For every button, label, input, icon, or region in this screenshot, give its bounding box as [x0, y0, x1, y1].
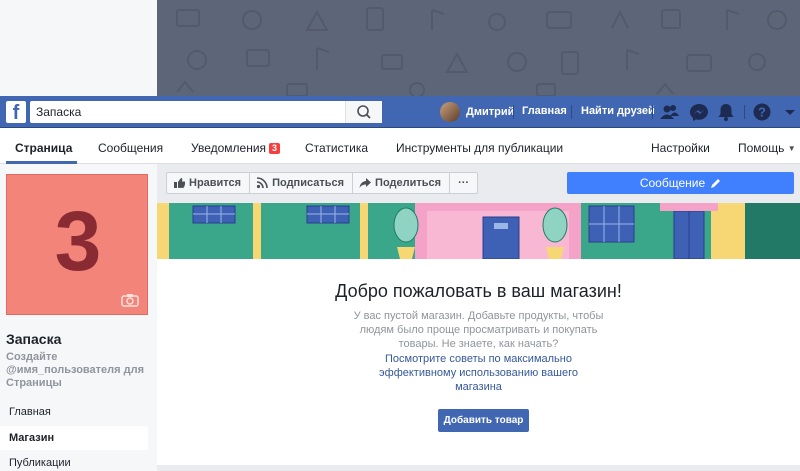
send-message-label: Сообщение — [639, 176, 706, 190]
divider — [571, 105, 572, 119]
follow-label: Подписаться — [272, 177, 345, 189]
shop-tips-link[interactable]: Посмотрите советы по максимально эффекти… — [363, 352, 594, 394]
share-arrow-icon — [359, 178, 372, 188]
top-navigation-bar: f Дмитрий Главная Найти друзей ? — [0, 96, 800, 128]
search-input[interactable] — [30, 101, 382, 123]
camera-icon[interactable] — [121, 293, 139, 307]
tab-notifications-label: Уведомления — [191, 141, 267, 155]
tab-help[interactable]: Помощь ▼ — [738, 141, 796, 155]
more-options-button[interactable]: ··· — [449, 172, 479, 194]
left-sidebar: 3 Запаска Создайте @имя_пользователя для… — [0, 164, 157, 471]
tab-statistics[interactable]: Статистика — [305, 141, 368, 155]
cover-photo[interactable] — [157, 0, 800, 96]
sidebar-item-shop[interactable]: Магазин — [0, 426, 148, 450]
find-friends-link[interactable]: Найти друзей — [581, 105, 655, 117]
like-button[interactable]: Нравится — [166, 172, 251, 194]
send-message-button[interactable]: Сообщение — [567, 172, 794, 194]
shop-section: Добро пожаловать в ваш магазин! У вас пу… — [157, 203, 800, 465]
account-menu-chevron-icon[interactable] — [780, 102, 800, 122]
avatar — [440, 102, 460, 122]
add-product-button[interactable]: Добавить товар — [438, 409, 529, 432]
more-dots-icon: ··· — [458, 177, 470, 189]
tab-settings[interactable]: Настройки — [651, 141, 710, 155]
search-icon — [357, 105, 371, 119]
friend-requests-icon[interactable] — [659, 102, 679, 122]
shop-empty-description: У вас пустой магазин. Добавьте продукты,… — [353, 310, 604, 350]
chevron-down-icon: ▼ — [787, 144, 796, 153]
shop-welcome-title: Добро пожаловать в ваш магазин! — [335, 281, 622, 301]
cover-pattern — [176, 7, 787, 96]
sidebar-item-posts[interactable]: Публикации — [0, 451, 148, 471]
tab-page[interactable]: Страница — [15, 141, 72, 155]
follow-button[interactable]: Подписаться — [249, 172, 354, 194]
user-name: Дмитрий — [466, 106, 515, 118]
profile-picture[interactable]: 3 — [6, 174, 148, 315]
sidebar-item-home[interactable]: Главная — [0, 400, 148, 424]
tab-publishing-tools[interactable]: Инструменты для публикации — [396, 141, 563, 155]
share-button[interactable]: Поделиться — [352, 172, 451, 194]
tab-messages[interactable]: Сообщения — [98, 141, 163, 155]
profile-link[interactable]: Дмитрий — [440, 102, 514, 122]
shop-banner-illustration — [157, 203, 800, 260]
tab-notifications[interactable]: Уведомления 3 — [191, 141, 281, 155]
notifications-bell-icon[interactable] — [716, 102, 736, 122]
divider — [744, 105, 745, 119]
home-link[interactable]: Главная — [522, 105, 567, 117]
tab-help-label: Помощь — [738, 141, 785, 155]
divider — [513, 105, 514, 119]
rss-icon — [256, 177, 268, 189]
cover-left-blank — [0, 0, 157, 96]
page-name[interactable]: Запаска — [6, 331, 61, 347]
thumbs-up-icon — [174, 178, 185, 188]
share-label: Поделиться — [375, 177, 442, 189]
search-button[interactable] — [345, 101, 382, 123]
divider — [652, 105, 653, 119]
pencil-icon — [711, 178, 721, 188]
messenger-icon[interactable] — [689, 102, 709, 122]
help-icon[interactable]: ? — [752, 102, 772, 122]
profile-picture-letter: 3 — [54, 194, 102, 288]
create-username-link[interactable]: Создайте @имя_пользователя для Страницы — [6, 351, 156, 390]
page-tabs-bar: Страница Сообщения Уведомления 3 Статисти… — [0, 128, 800, 164]
svg-text:?: ? — [758, 105, 766, 120]
page-actions: Нравится Подписаться Поделиться ··· — [166, 172, 479, 194]
notifications-count-badge: 3 — [269, 143, 281, 154]
like-label: Нравится — [189, 177, 242, 189]
facebook-logo-icon[interactable]: f — [6, 101, 26, 123]
